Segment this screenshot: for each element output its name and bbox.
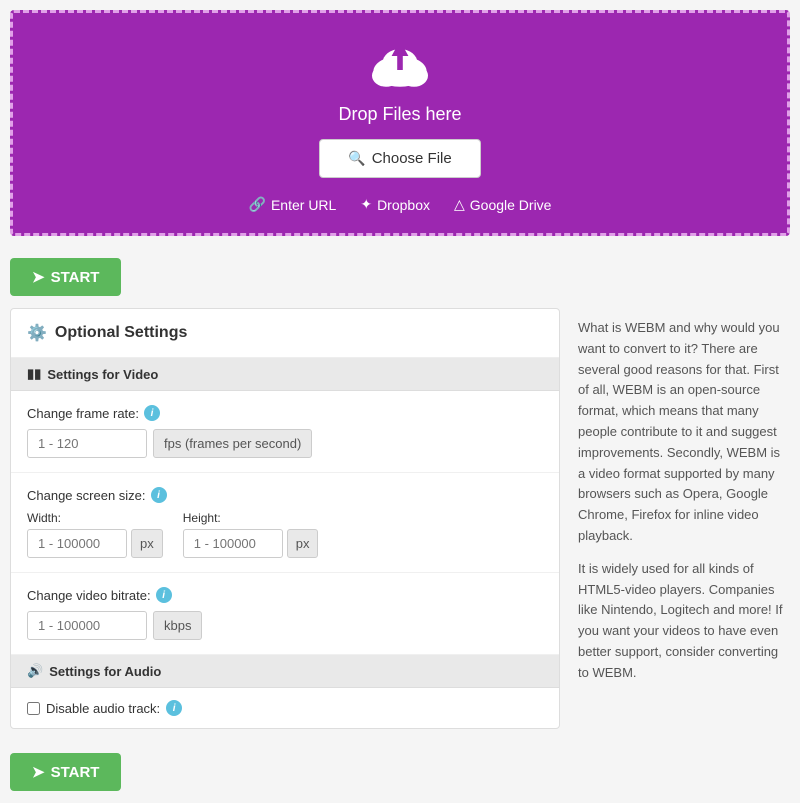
search-icon: 🔍	[348, 150, 365, 167]
google-drive-icon: △	[454, 196, 465, 213]
height-input-group: px	[183, 529, 319, 558]
video-icon: ▮▮	[27, 366, 41, 382]
bitrate-input-group: kbps	[27, 611, 543, 640]
drop-files-text: Drop Files here	[33, 104, 767, 125]
start-button-top[interactable]: ➤ START	[10, 258, 121, 296]
audio-section-label: Settings for Audio	[49, 664, 161, 679]
left-column: ⚙️ Optional Settings ▮▮ Settings for Vid…	[0, 308, 570, 803]
screen-size-label-text: Change screen size:	[27, 488, 146, 503]
frame-rate-input-group: fps (frames per second)	[27, 429, 543, 458]
screen-size-row: Change screen size: i Width: px Height:	[11, 473, 559, 573]
drop-zone[interactable]: Drop Files here 🔍 Choose File 🔗 Enter UR…	[10, 10, 790, 236]
bitrate-unit: kbps	[153, 611, 202, 640]
link-icon: 🔗	[249, 196, 266, 213]
disable-audio-checkbox[interactable]	[27, 702, 40, 715]
height-field: Height: px	[183, 511, 319, 558]
bitrate-input[interactable]	[27, 611, 147, 640]
info-paragraph-1: What is WEBM and why would you want to c…	[578, 318, 786, 547]
height-input[interactable]	[183, 529, 283, 558]
frame-rate-label-text: Change frame rate:	[27, 406, 139, 421]
disable-audio-row: Disable audio track: i	[11, 688, 559, 728]
width-input-group: px	[27, 529, 163, 558]
start-label: START	[51, 269, 100, 286]
screen-size-info-icon[interactable]: i	[151, 487, 167, 503]
height-label: Height:	[183, 511, 319, 525]
height-px-unit: px	[287, 529, 319, 558]
google-drive-label: Google Drive	[470, 197, 552, 213]
choose-file-button[interactable]: 🔍 Choose File	[319, 139, 480, 178]
enter-url-link[interactable]: 🔗 Enter URL	[249, 196, 337, 213]
info-paragraph-2: It is widely used for all kinds of HTML5…	[578, 559, 786, 684]
frame-rate-info-icon[interactable]: i	[144, 405, 160, 421]
bitrate-label: Change video bitrate: i	[27, 587, 543, 603]
google-drive-link[interactable]: △ Google Drive	[454, 196, 551, 213]
gear-icon: ⚙️	[27, 323, 47, 343]
right-info-column: What is WEBM and why would you want to c…	[570, 308, 800, 803]
start-label-bottom: START	[51, 764, 100, 781]
width-input[interactable]	[27, 529, 127, 558]
bitrate-info-icon[interactable]: i	[156, 587, 172, 603]
frame-rate-unit: fps (frames per second)	[153, 429, 312, 458]
screen-size-label: Change screen size: i	[27, 487, 543, 503]
dropbox-icon: ✦	[360, 196, 372, 213]
settings-title-text: Optional Settings	[55, 324, 187, 342]
main-layout: ⚙️ Optional Settings ▮▮ Settings for Vid…	[0, 308, 800, 803]
start-button-bottom[interactable]: ➤ START	[10, 753, 121, 791]
disable-audio-info-icon[interactable]: i	[166, 700, 182, 716]
width-px-unit: px	[131, 529, 163, 558]
settings-panel-title: ⚙️ Optional Settings	[11, 309, 559, 358]
choose-file-label: Choose File	[372, 150, 452, 167]
disable-audio-label[interactable]: Disable audio track: i	[27, 700, 543, 716]
dropbox-label: Dropbox	[377, 197, 430, 213]
bitrate-label-text: Change video bitrate:	[27, 588, 151, 603]
video-section-header: ▮▮ Settings for Video	[11, 358, 559, 391]
drop-zone-links: 🔗 Enter URL ✦ Dropbox △ Google Drive	[33, 196, 767, 213]
start-chevron-bottom-icon: ➤	[32, 763, 45, 781]
audio-icon: 🔊	[27, 663, 43, 679]
settings-panel: ⚙️ Optional Settings ▮▮ Settings for Vid…	[10, 308, 560, 729]
frame-rate-row: Change frame rate: i fps (frames per sec…	[11, 391, 559, 473]
screen-size-inputs: Width: px Height: px	[27, 511, 543, 558]
bitrate-row: Change video bitrate: i kbps	[11, 573, 559, 655]
video-section-label: Settings for Video	[47, 367, 158, 382]
dropbox-link[interactable]: ✦ Dropbox	[360, 196, 430, 213]
start-chevron-icon: ➤	[32, 268, 45, 286]
width-label: Width:	[27, 511, 163, 525]
disable-audio-text: Disable audio track:	[46, 701, 160, 716]
frame-rate-input[interactable]	[27, 429, 147, 458]
upload-cloud-icon	[365, 33, 435, 96]
audio-section-header: 🔊 Settings for Audio	[11, 655, 559, 688]
width-field: Width: px	[27, 511, 163, 558]
frame-rate-label: Change frame rate: i	[27, 405, 543, 421]
enter-url-label: Enter URL	[271, 197, 336, 213]
